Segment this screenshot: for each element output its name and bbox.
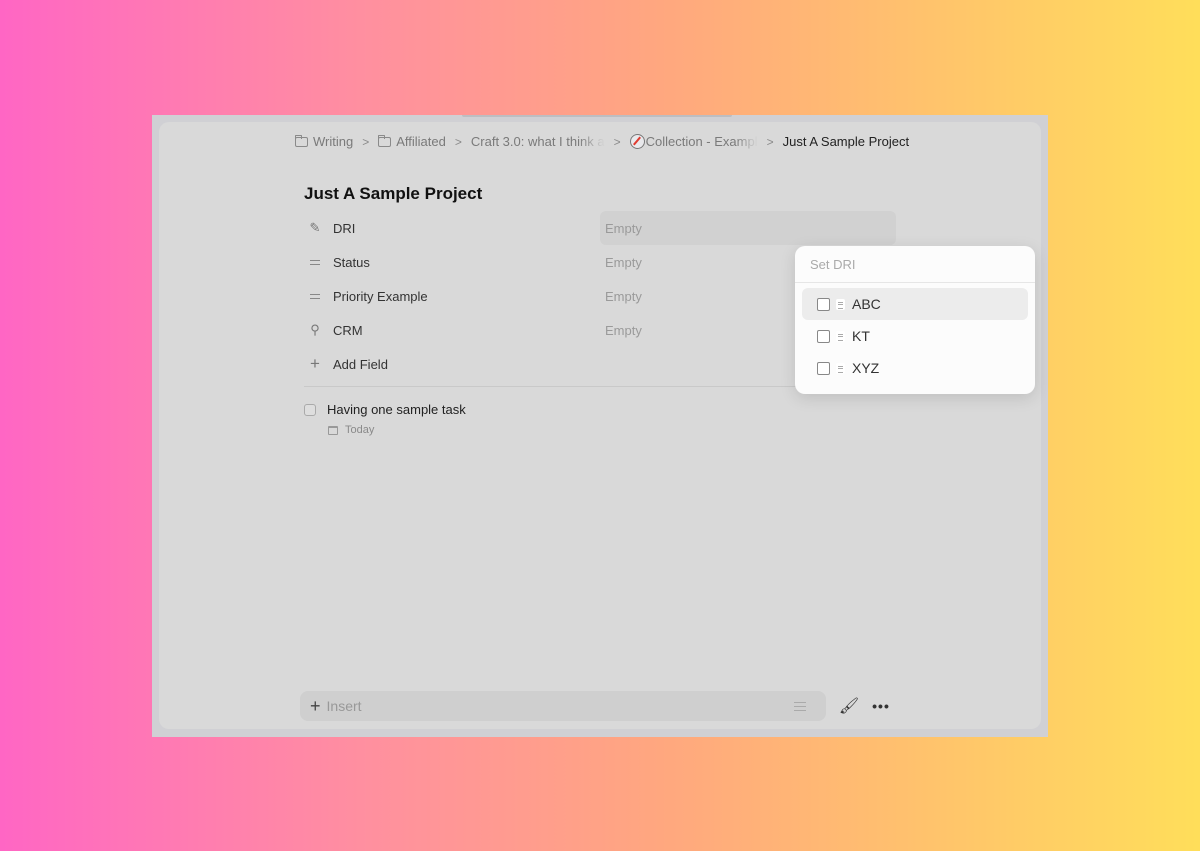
property-value-dri[interactable]: Empty bbox=[600, 211, 896, 245]
insert-placeholder: Insert bbox=[326, 698, 362, 714]
insert-bar[interactable]: + Insert bbox=[300, 691, 826, 721]
plus-icon: + bbox=[310, 695, 321, 716]
menu-lines-icon[interactable] bbox=[794, 702, 806, 711]
document-icon bbox=[836, 362, 845, 374]
document-icon bbox=[836, 298, 845, 310]
option-label: XYZ bbox=[852, 360, 880, 376]
due-label: Today bbox=[345, 424, 375, 436]
option-label: KT bbox=[852, 328, 870, 344]
page-title[interactable]: Just A Sample Project bbox=[304, 184, 482, 204]
breadcrumb-item-current[interactable]: Just A Sample Project bbox=[783, 134, 909, 149]
document-window: Writing > Affiliated > Craft 3.0: what I… bbox=[159, 122, 1041, 729]
breadcrumb-item-writing[interactable]: Writing bbox=[295, 134, 353, 149]
breadcrumb-label: Affiliated bbox=[396, 134, 446, 149]
property-label: CRM bbox=[333, 322, 363, 338]
ellipsis-icon: ••• bbox=[872, 698, 890, 714]
frame-notch bbox=[462, 115, 732, 117]
link-icon: ⚲ bbox=[310, 322, 320, 337]
breadcrumb: Writing > Affiliated > Craft 3.0: what I… bbox=[295, 134, 909, 149]
breadcrumb-item-craft[interactable]: Craft 3.0: what I think a bbox=[471, 134, 605, 149]
dri-options-list: ABC KT XYZ bbox=[795, 283, 1035, 389]
option-label: ABC bbox=[852, 296, 881, 312]
task-item: Having one sample task Today bbox=[304, 402, 466, 436]
task-text[interactable]: Having one sample task bbox=[327, 402, 466, 417]
breadcrumb-label: Craft 3.0: what I think a bbox=[470, 134, 605, 149]
calendar-icon bbox=[328, 425, 338, 435]
add-field-label: Add Field bbox=[333, 356, 388, 372]
property-label: Priority Example bbox=[333, 288, 428, 304]
breadcrumb-item-affiliated[interactable]: Affiliated bbox=[378, 134, 446, 149]
breadcrumb-item-collection[interactable]: Collection - Exampl bbox=[629, 134, 758, 149]
option-checkbox[interactable] bbox=[817, 297, 830, 311]
person-icon: ✎ bbox=[309, 220, 321, 235]
property-row-dri[interactable]: ✎ DRI Empty bbox=[304, 211, 896, 245]
style-brush-button[interactable]: 🖌 bbox=[839, 696, 859, 716]
chevron-right-icon: > bbox=[613, 134, 621, 149]
dri-option-xyz[interactable]: XYZ bbox=[802, 352, 1028, 384]
breadcrumb-label: Collection - Exampl bbox=[645, 134, 758, 149]
breadcrumb-label: Just A Sample Project bbox=[782, 134, 910, 149]
dri-option-abc[interactable]: ABC bbox=[802, 288, 1028, 320]
set-dri-popup: ABC KT XYZ bbox=[795, 246, 1035, 394]
more-options-button[interactable]: ••• bbox=[871, 696, 891, 716]
folder-icon bbox=[378, 135, 392, 147]
property-label: DRI bbox=[333, 220, 356, 236]
select-icon bbox=[304, 259, 326, 265]
option-checkbox[interactable] bbox=[817, 361, 830, 375]
set-dri-search-input[interactable] bbox=[795, 246, 1035, 283]
compass-icon bbox=[629, 134, 645, 149]
chevron-right-icon: > bbox=[766, 134, 774, 149]
dri-option-kt[interactable]: KT bbox=[802, 320, 1028, 352]
app-frame: Writing > Affiliated > Craft 3.0: what I… bbox=[152, 115, 1048, 737]
plus-icon: + bbox=[310, 354, 320, 373]
folder-icon bbox=[295, 135, 308, 147]
option-checkbox[interactable] bbox=[817, 329, 830, 343]
property-label: Status bbox=[333, 254, 370, 270]
chevron-right-icon: > bbox=[454, 134, 462, 149]
chevron-right-icon: > bbox=[362, 134, 370, 149]
select-icon bbox=[304, 293, 326, 299]
task-checkbox[interactable] bbox=[304, 403, 316, 416]
paintbrush-icon: 🖌 bbox=[838, 698, 860, 715]
breadcrumb-label: Writing bbox=[313, 134, 354, 149]
task-due-date[interactable]: Today bbox=[328, 424, 466, 436]
document-icon bbox=[836, 330, 845, 342]
